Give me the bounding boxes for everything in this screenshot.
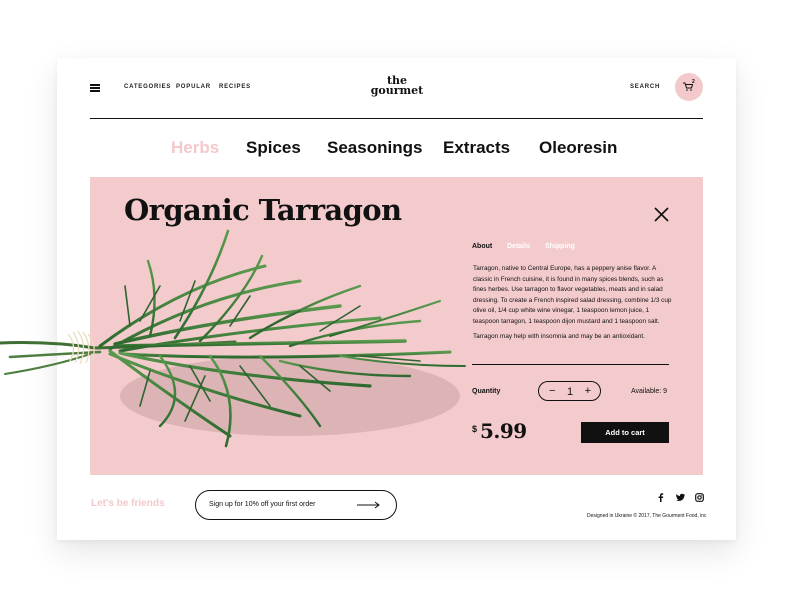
product-description: Tarragon, native to Central Europe, has …: [473, 264, 673, 346]
minus-icon[interactable]: −: [549, 384, 555, 398]
add-to-cart-button[interactable]: Add to cart: [581, 422, 669, 443]
category-extracts[interactable]: Extracts: [443, 138, 510, 158]
quantity-label: Quantity: [472, 388, 501, 395]
cart-button[interactable]: 2: [675, 73, 703, 101]
arrow-right-icon: [357, 501, 380, 509]
product-title: Organic Tarragon: [124, 193, 402, 227]
menu-icon[interactable]: [90, 84, 100, 92]
description-divider: [472, 364, 669, 365]
close-icon[interactable]: [654, 207, 669, 222]
description-text: Tarragon, native to Central Europe, has …: [473, 265, 672, 325]
product-price: 5.99: [480, 419, 527, 443]
cart-count-badge: 2: [692, 79, 695, 85]
newsletter-signup-button[interactable]: Sign up for 10% off your first order: [195, 490, 397, 520]
tab-about[interactable]: About: [472, 243, 492, 250]
tab-details[interactable]: Details: [507, 243, 530, 250]
quantity-stepper[interactable]: − 1 +: [538, 381, 601, 401]
currency-symbol: $: [472, 424, 478, 434]
category-seasonings[interactable]: Seasonings: [327, 138, 422, 158]
logo-line-2: gourmet: [370, 84, 424, 97]
tarragon-image: [0, 229, 466, 448]
instagram-icon[interactable]: [695, 493, 704, 502]
nav-categories[interactable]: CATEGORIES: [124, 84, 171, 90]
twitter-icon[interactable]: [676, 493, 685, 502]
category-herbs[interactable]: Herbs: [171, 138, 219, 158]
signup-label: Sign up for 10% off your first order: [209, 501, 316, 508]
description-note: Tarragon may help with insomnia and may …: [473, 332, 645, 340]
header-divider: [90, 118, 703, 119]
quantity-value: 1: [567, 386, 574, 398]
category-spices[interactable]: Spices: [246, 138, 301, 158]
friends-heading: Let's be friends: [91, 498, 165, 509]
category-oleoresin[interactable]: Oleoresin: [539, 138, 617, 158]
tab-shipping[interactable]: Shipping: [545, 243, 575, 250]
nav-popular[interactable]: POPULAR: [176, 84, 211, 90]
search-link[interactable]: SEARCH: [630, 84, 660, 90]
logo[interactable]: the gourmet: [363, 75, 431, 97]
footer-credit: Designed in Ukraine © 2017, The Gourment…: [587, 513, 707, 519]
nav-recipes[interactable]: RECIPES: [219, 84, 251, 90]
availability-text: Available: 9: [631, 388, 668, 395]
facebook-icon[interactable]: [656, 493, 665, 502]
plus-icon[interactable]: +: [585, 384, 591, 398]
